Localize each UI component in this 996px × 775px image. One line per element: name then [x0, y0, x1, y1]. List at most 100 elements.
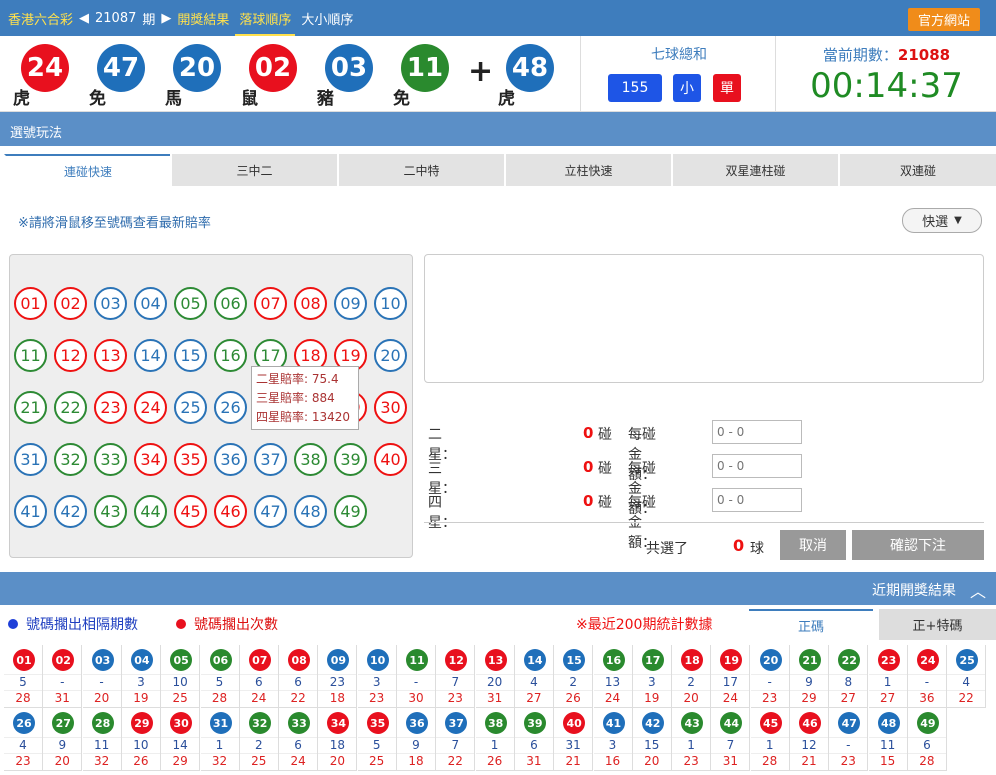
number-ball[interactable]: 37: [254, 443, 287, 476]
official-site-button[interactable]: 官方網站: [907, 8, 980, 31]
stat-count: 23: [829, 753, 868, 768]
number-ball[interactable]: 11: [14, 339, 47, 372]
number-ball[interactable]: 25: [174, 391, 207, 424]
number-ball[interactable]: 06: [214, 287, 247, 320]
number-ball[interactable]: 39: [334, 443, 367, 476]
stat-count: 23: [672, 753, 711, 768]
number-ball[interactable]: 22: [54, 391, 87, 424]
number-ball[interactable]: 09: [334, 287, 367, 320]
stat-cell: 23 1 27: [868, 645, 908, 708]
number-ball[interactable]: 46: [214, 495, 247, 528]
stat-ball: 08: [288, 649, 311, 671]
number-ball[interactable]: 45: [174, 495, 207, 528]
tab-size-order[interactable]: 大小順序: [301, 9, 353, 28]
number-ball[interactable]: 14: [134, 339, 167, 372]
bet-row-count: 0: [583, 492, 594, 510]
amount-input-2star[interactable]: [712, 420, 802, 444]
tab-two-special[interactable]: 二中特: [337, 154, 504, 186]
stat-gap: 1: [475, 737, 514, 752]
seven-ball-sum: 七球總和 155 小 單: [580, 36, 776, 112]
number-ball[interactable]: 48: [294, 495, 327, 528]
amount-input-4star[interactable]: [712, 488, 802, 512]
stat-count: 36: [907, 690, 946, 705]
tooltip-line-4star: 四星賠率: 13420: [256, 410, 351, 424]
number-ball[interactable]: 01: [14, 287, 47, 320]
result-zodiac: 豬: [317, 89, 334, 109]
number-ball[interactable]: 04: [134, 287, 167, 320]
stat-ball: 35: [366, 712, 389, 734]
tooltip-line-3star: 三星賠率: 884: [256, 391, 335, 405]
number-ball[interactable]: 35: [174, 443, 207, 476]
number-ball[interactable]: 08: [294, 287, 327, 320]
number-ball[interactable]: 31: [14, 443, 47, 476]
stat-gap: 6: [239, 674, 278, 689]
section-title: 選號玩法: [0, 112, 996, 146]
number-ball[interactable]: 16: [214, 339, 247, 372]
number-ball[interactable]: 36: [214, 443, 247, 476]
number-ball[interactable]: 13: [94, 339, 127, 372]
number-ball[interactable]: 05: [174, 287, 207, 320]
selection-box[interactable]: [424, 254, 984, 383]
number-ball[interactable]: 49: [334, 495, 367, 528]
number-ball[interactable]: 40: [374, 443, 407, 476]
tab-double-star[interactable]: 双星連柱碰: [671, 154, 838, 186]
number-ball[interactable]: 34: [134, 443, 167, 476]
stat-count: 20: [318, 753, 357, 768]
number-ball[interactable]: 30: [374, 391, 407, 424]
number-ball[interactable]: 20: [374, 339, 407, 372]
number-ball[interactable]: 44: [134, 495, 167, 528]
number-ball[interactable]: 43: [94, 495, 127, 528]
next-issue-arrow[interactable]: ▶: [161, 11, 171, 26]
stat-cell: 36 9 18: [397, 708, 436, 771]
number-ball[interactable]: 33: [94, 443, 127, 476]
stat-count: 22: [436, 753, 475, 768]
tab-column-fast[interactable]: 立柱快速: [504, 154, 671, 186]
stat-cell: 44 7 31: [711, 708, 751, 771]
stat-count: 25: [161, 690, 200, 705]
stat-count: 29: [161, 753, 200, 768]
stat-cell: 27 9 20: [43, 708, 83, 771]
stat-cell: 46 12 21: [790, 708, 829, 771]
number-ball[interactable]: 07: [254, 287, 287, 320]
stat-ball: 45: [759, 712, 782, 734]
stat-ball: 47: [838, 712, 861, 734]
stat-ball: 30: [170, 712, 193, 734]
stat-count: 21: [554, 753, 593, 768]
stat-count: 24: [593, 690, 632, 705]
issue-nav: 香港六合彩 ◀ 21087 期 ▶ 開獎結果 落球順序 大小順序: [8, 0, 359, 36]
stat-gap: 2: [239, 737, 278, 752]
number-ball[interactable]: 21: [14, 391, 47, 424]
number-ball[interactable]: 42: [54, 495, 87, 528]
number-ball[interactable]: 41: [14, 495, 47, 528]
tab-three-two[interactable]: 三中二: [170, 154, 337, 186]
cancel-button[interactable]: 取消: [780, 530, 846, 560]
quick-select-button[interactable]: 快選 ▼: [902, 208, 982, 233]
tab-regular-numbers[interactable]: 正碼: [749, 609, 873, 640]
number-ball[interactable]: 38: [294, 443, 327, 476]
confirm-bet-button[interactable]: 確認下注: [852, 530, 984, 560]
chevron-up-icon[interactable]: ︿: [970, 578, 986, 602]
number-ball[interactable]: 24: [134, 391, 167, 424]
number-ball[interactable]: 02: [54, 287, 87, 320]
tab-regular-special[interactable]: 正+特碼: [879, 609, 996, 640]
number-ball[interactable]: 32: [54, 443, 87, 476]
stat-count: 28: [907, 753, 946, 768]
prev-issue-arrow[interactable]: ◀: [79, 11, 89, 26]
lottery-name[interactable]: 香港六合彩: [8, 9, 73, 28]
stat-gap: -: [43, 674, 82, 689]
tab-double-combo[interactable]: 双連碰: [838, 154, 996, 186]
number-ball[interactable]: 10: [374, 287, 407, 320]
tab-fast-combo[interactable]: 連碰快速: [4, 154, 170, 186]
tab-draw-results[interactable]: 開獎結果: [177, 9, 229, 28]
tab-drop-order[interactable]: 落球順序: [235, 1, 296, 36]
number-ball[interactable]: 15: [174, 339, 207, 372]
stat-cell: 25 4 22: [947, 645, 987, 708]
number-ball[interactable]: 23: [94, 391, 127, 424]
amount-input-3star[interactable]: [712, 454, 802, 478]
recent-results-bar[interactable]: 近期開獎結果 ︿: [0, 572, 996, 605]
number-ball[interactable]: 26: [214, 391, 247, 424]
stat-gap: 9: [397, 737, 435, 752]
number-ball[interactable]: 12: [54, 339, 87, 372]
number-ball[interactable]: 47: [254, 495, 287, 528]
number-ball[interactable]: 03: [94, 287, 127, 320]
